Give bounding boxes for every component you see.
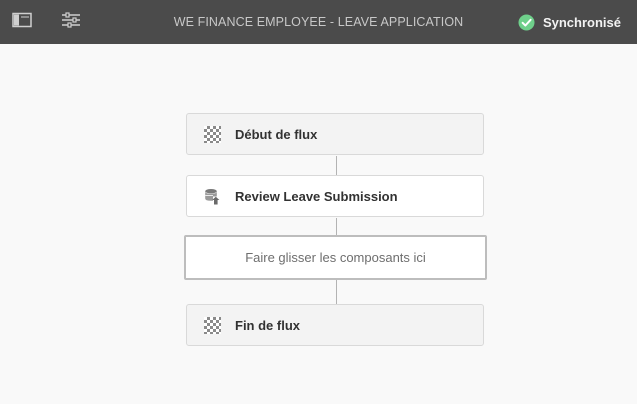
workflow-step-label: Review Leave Submission [235,188,398,204]
flow-end-label: Fin de flux [235,317,300,333]
workflow-step-review-leave[interactable]: Review Leave Submission [186,175,484,217]
component-drop-zone[interactable]: Faire glisser les composants ici [184,235,487,280]
top-toolbar: WE FINANCE EMPLOYEE - LEAVE APPLICATION … [0,0,637,44]
sync-status: Synchronisé [518,0,621,44]
flow-start-label: Début de flux [235,126,318,142]
flow-start-checker-icon [204,126,221,143]
flow-connector [336,280,337,304]
participant-step-icon [204,188,221,205]
drop-zone-label: Faire glisser les composants ici [245,250,426,265]
flow-end-checker-icon [204,317,221,334]
flow-connector [336,156,337,175]
flow-end-node[interactable]: Fin de flux [186,304,484,346]
flow-start-node[interactable]: Début de flux [186,113,484,155]
sync-status-label: Synchronisé [542,14,621,30]
workflow-canvas [0,44,637,404]
checkmark-circle-icon [518,14,535,31]
flow-connector [336,218,337,235]
